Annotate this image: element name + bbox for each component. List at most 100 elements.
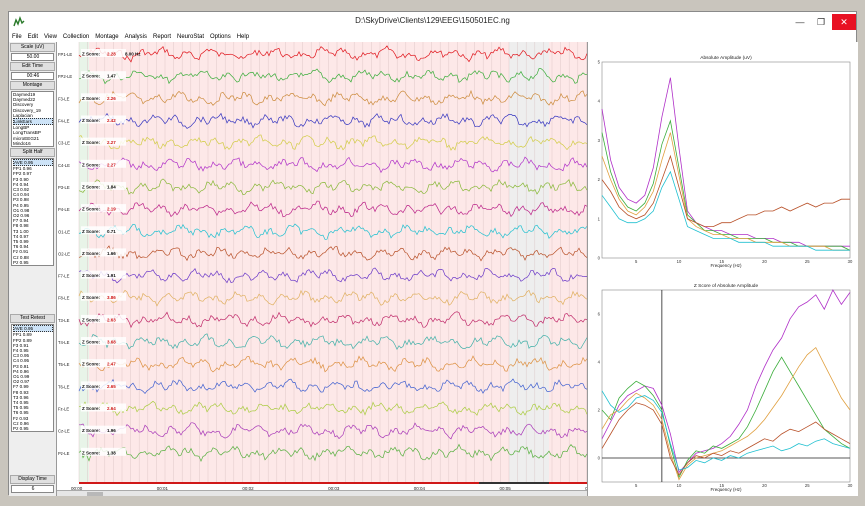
x-tick-label: 25 [805, 483, 810, 488]
z-score-label: Z Score: [82, 428, 101, 433]
y-tick-label: 5 [598, 60, 601, 65]
z-score-label: Z Score: [82, 162, 101, 167]
channel-label: F7-LE [58, 274, 70, 279]
z-score-label: Z Score: [82, 340, 101, 345]
z-score-label: Z Score: [82, 384, 101, 389]
left-panel: Scale (uV) 50.00 Edit Time 00:46 Montage… [9, 42, 57, 496]
y-tick-label: 4 [598, 360, 601, 365]
channel-label: C3-LE [58, 141, 70, 146]
z-score-value: 3.86 [107, 295, 116, 300]
channel-label: Pz-LE [58, 451, 70, 456]
title-bar: D:\SkyDrive\Clients\129\EEG\150501EC.ng … [9, 12, 856, 32]
x-tick-label: 25 [805, 259, 810, 264]
test-retest-item[interactable]: Pz 0.95 [13, 426, 53, 431]
z-score-value: 2.27 [107, 162, 116, 167]
z-score-value: 1.47 [107, 74, 116, 79]
z-score-value: 2.27 [107, 140, 116, 145]
time-scrollbar[interactable] [57, 490, 587, 496]
montage-list[interactable]: Daymed19 Daymed22 Discovery Discovery_19 Lap… [11, 91, 54, 148]
menu-report[interactable]: Report [150, 32, 174, 42]
z-score-label: Z Score: [82, 295, 101, 300]
menu-help[interactable]: Help [234, 32, 252, 42]
z-score-label: Z Score: [82, 96, 101, 101]
z-score-value: 1.66 [107, 251, 116, 256]
z-score-value: 2.26 [107, 96, 116, 101]
channel-label: T3-LE [58, 318, 70, 323]
channel-label: F3-LE [58, 96, 70, 101]
z-score-value: 2.65 [107, 384, 116, 389]
z-score-value: 2.42 [107, 118, 116, 123]
scale-input[interactable]: 50.00 [11, 53, 54, 61]
close-button[interactable]: ✕ [832, 14, 856, 30]
menu-montage[interactable]: Montage [92, 32, 121, 42]
split-half-item[interactable]: Pz 0.95 [13, 260, 53, 265]
test-retest-label: Test Retest [10, 314, 55, 324]
z-score-value: 0.71 [107, 229, 116, 234]
menu-bar: File Edit View Collection Montage Analysis Rep… [9, 32, 856, 42]
chart-frame [601, 61, 851, 259]
montage-item[interactable]: LinkEars [13, 118, 53, 126]
x-tick-label: 20 [762, 483, 767, 488]
test-retest-list[interactable]: AVE 0.95 FP1 0.89 FP2 0.89 F3 0.91 F4 0.95 C3… [11, 324, 54, 433]
x-tick-label: 15 [719, 483, 724, 488]
z-score-label: Z Score: [82, 207, 101, 212]
eeg-traces[interactable]: FP1-LE Z Score: 2.28 8.00 Hz FP2-LE Z Score: 1… [57, 42, 587, 490]
x-tick-label: 30 [848, 483, 853, 488]
chart-title: Absolute Amplitude (uV) [700, 55, 752, 61]
channel-label: Cz-LE [58, 429, 70, 434]
channel-label: T5-LE [58, 362, 70, 367]
minimize-button[interactable]: — [790, 14, 810, 30]
z-score-value: 2.63 [107, 317, 116, 322]
x-tick-label: 10 [677, 483, 682, 488]
z-score-value: 2.28 [107, 52, 116, 57]
spectrum-panel: Absolute Amplitude (uV) Frequency (Hz) 5 10… [587, 42, 858, 496]
z-score-label: Z Score: [82, 118, 101, 123]
channel-label: FP1-LE [58, 52, 72, 57]
display-time-input[interactable]: 6 [11, 485, 54, 493]
x-tick-label: 5 [635, 259, 638, 264]
montage-label: Montage [10, 81, 55, 90]
y-tick-label: 3 [598, 138, 601, 143]
channel-label: C4-LE [58, 163, 70, 168]
y-tick-label: 0 [598, 456, 601, 461]
x-tick-label: 30 [848, 259, 853, 264]
channel-label: F4-LE [58, 118, 70, 123]
menu-view[interactable]: View [41, 32, 60, 42]
z-score-label: Z Score: [82, 184, 101, 189]
scale-label: Scale (uV) [10, 43, 55, 52]
montage-item[interactable]: Mindo16 [13, 141, 53, 146]
x-tick-label: 15 [719, 259, 724, 264]
split-half-item[interactable]: AVE 0.95 [13, 159, 53, 167]
channel-label: T4-LE [58, 340, 70, 345]
y-tick-label: 0 [598, 256, 601, 261]
z-score-label: Z Score: [82, 273, 101, 278]
z-score-value: 2.47 [107, 362, 116, 367]
z-score-label: Z Score: [82, 450, 101, 455]
edit-time-value[interactable]: 00:46 [11, 72, 54, 80]
z-score-label: Z Score: [82, 251, 101, 256]
channel-label: P4-LE [58, 207, 70, 212]
z-score-label: Z Score: [82, 229, 101, 234]
eeg-trace-view[interactable]: FP1-LE Z Score: 2.28 8.00 Hz FP2-LE Z Score: 1… [57, 42, 587, 490]
y-tick-label: 6 [598, 312, 601, 317]
z-score-value: 1.38 [107, 450, 116, 455]
menu-edit[interactable]: Edit [25, 32, 41, 42]
z-score-value: 1.84 [107, 184, 116, 189]
x-axis-label: Frequency (Hz) [710, 487, 742, 492]
menu-analysis[interactable]: Analysis [122, 32, 150, 42]
menu-options[interactable]: Options [207, 32, 234, 42]
split-half-list[interactable]: AVE 0.95 FP1 0.96 FP2 0.97 F3 0.90 F4 0.94 C3… [11, 158, 54, 267]
menu-collection[interactable]: Collection [60, 32, 92, 42]
channel-label: FP2-LE [58, 74, 72, 79]
test-retest-item[interactable]: AVE 0.95 [13, 325, 53, 333]
menu-neurostat[interactable]: NeuroStat [174, 32, 207, 42]
display-time-label: Display Time [10, 475, 55, 484]
restore-button[interactable]: ❐ [811, 14, 831, 30]
z-score-label: Z Score: [82, 406, 101, 411]
split-half-label: Split Half [10, 148, 55, 158]
y-tick-label: 2 [598, 177, 601, 182]
z-score-label: Z Score: [82, 317, 101, 322]
z-score-label: Z Score: [82, 140, 101, 145]
menu-file[interactable]: File [9, 32, 25, 42]
scrollbar-thumb[interactable] [87, 492, 103, 496]
